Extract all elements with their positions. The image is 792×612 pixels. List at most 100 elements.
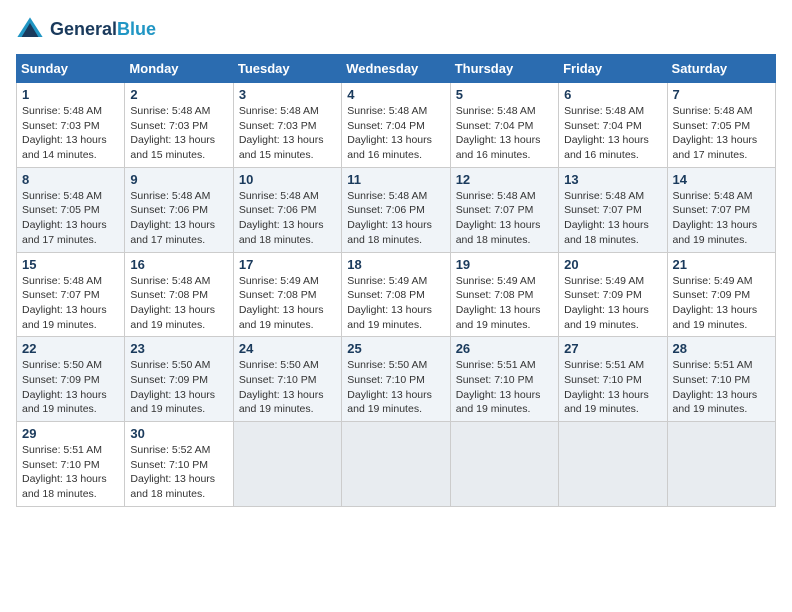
- calendar-cell: 23 Sunrise: 5:50 AMSunset: 7:09 PMDaylig…: [125, 337, 233, 422]
- day-info: Sunrise: 5:48 AMSunset: 7:06 PMDaylight:…: [130, 190, 215, 246]
- calendar-cell: 5 Sunrise: 5:48 AMSunset: 7:04 PMDayligh…: [450, 83, 558, 168]
- day-info: Sunrise: 5:50 AMSunset: 7:10 PMDaylight:…: [347, 359, 432, 415]
- day-number: 12: [456, 172, 553, 187]
- day-number: 15: [22, 257, 119, 272]
- calendar-cell: 10 Sunrise: 5:48 AMSunset: 7:06 PMDaylig…: [233, 167, 341, 252]
- day-number: 24: [239, 341, 336, 356]
- day-info: Sunrise: 5:49 AMSunset: 7:09 PMDaylight:…: [564, 275, 649, 331]
- calendar-table: SundayMondayTuesdayWednesdayThursdayFrid…: [16, 54, 776, 507]
- day-number: 17: [239, 257, 336, 272]
- day-info: Sunrise: 5:50 AMSunset: 7:10 PMDaylight:…: [239, 359, 324, 415]
- day-number: 9: [130, 172, 227, 187]
- day-number: 4: [347, 87, 444, 102]
- calendar-cell: [667, 422, 775, 507]
- day-number: 30: [130, 426, 227, 441]
- calendar-cell: 4 Sunrise: 5:48 AMSunset: 7:04 PMDayligh…: [342, 83, 450, 168]
- calendar-cell: 1 Sunrise: 5:48 AMSunset: 7:03 PMDayligh…: [17, 83, 125, 168]
- calendar-cell: [233, 422, 341, 507]
- calendar-cell: 3 Sunrise: 5:48 AMSunset: 7:03 PMDayligh…: [233, 83, 341, 168]
- calendar-cell: 19 Sunrise: 5:49 AMSunset: 7:08 PMDaylig…: [450, 252, 558, 337]
- calendar-cell: 21 Sunrise: 5:49 AMSunset: 7:09 PMDaylig…: [667, 252, 775, 337]
- logo: GeneralBlue: [16, 16, 156, 44]
- day-number: 18: [347, 257, 444, 272]
- day-info: Sunrise: 5:51 AMSunset: 7:10 PMDaylight:…: [22, 444, 107, 500]
- calendar-week-1: 1 Sunrise: 5:48 AMSunset: 7:03 PMDayligh…: [17, 83, 776, 168]
- day-info: Sunrise: 5:48 AMSunset: 7:06 PMDaylight:…: [239, 190, 324, 246]
- day-info: Sunrise: 5:48 AMSunset: 7:03 PMDaylight:…: [130, 105, 215, 161]
- day-info: Sunrise: 5:50 AMSunset: 7:09 PMDaylight:…: [22, 359, 107, 415]
- calendar-cell: [559, 422, 667, 507]
- calendar-cell: 18 Sunrise: 5:49 AMSunset: 7:08 PMDaylig…: [342, 252, 450, 337]
- day-info: Sunrise: 5:48 AMSunset: 7:07 PMDaylight:…: [564, 190, 649, 246]
- logo-text: GeneralBlue: [50, 20, 156, 40]
- day-info: Sunrise: 5:49 AMSunset: 7:09 PMDaylight:…: [673, 275, 758, 331]
- day-info: Sunrise: 5:50 AMSunset: 7:09 PMDaylight:…: [130, 359, 215, 415]
- day-info: Sunrise: 5:48 AMSunset: 7:08 PMDaylight:…: [130, 275, 215, 331]
- page-header: GeneralBlue: [16, 16, 776, 44]
- day-number: 5: [456, 87, 553, 102]
- calendar-cell: [450, 422, 558, 507]
- day-info: Sunrise: 5:48 AMSunset: 7:07 PMDaylight:…: [456, 190, 541, 246]
- calendar-week-4: 22 Sunrise: 5:50 AMSunset: 7:09 PMDaylig…: [17, 337, 776, 422]
- day-info: Sunrise: 5:49 AMSunset: 7:08 PMDaylight:…: [239, 275, 324, 331]
- day-number: 8: [22, 172, 119, 187]
- day-number: 11: [347, 172, 444, 187]
- column-header-saturday: Saturday: [667, 55, 775, 83]
- calendar-header-row: SundayMondayTuesdayWednesdayThursdayFrid…: [17, 55, 776, 83]
- calendar-cell: 14 Sunrise: 5:48 AMSunset: 7:07 PMDaylig…: [667, 167, 775, 252]
- column-header-wednesday: Wednesday: [342, 55, 450, 83]
- day-number: 23: [130, 341, 227, 356]
- day-info: Sunrise: 5:48 AMSunset: 7:07 PMDaylight:…: [22, 275, 107, 331]
- day-info: Sunrise: 5:48 AMSunset: 7:05 PMDaylight:…: [673, 105, 758, 161]
- calendar-week-5: 29 Sunrise: 5:51 AMSunset: 7:10 PMDaylig…: [17, 422, 776, 507]
- day-number: 21: [673, 257, 770, 272]
- calendar-cell: 2 Sunrise: 5:48 AMSunset: 7:03 PMDayligh…: [125, 83, 233, 168]
- day-info: Sunrise: 5:52 AMSunset: 7:10 PMDaylight:…: [130, 444, 215, 500]
- calendar-cell: 27 Sunrise: 5:51 AMSunset: 7:10 PMDaylig…: [559, 337, 667, 422]
- calendar-cell: 28 Sunrise: 5:51 AMSunset: 7:10 PMDaylig…: [667, 337, 775, 422]
- calendar-cell: 16 Sunrise: 5:48 AMSunset: 7:08 PMDaylig…: [125, 252, 233, 337]
- day-number: 26: [456, 341, 553, 356]
- calendar-cell: 30 Sunrise: 5:52 AMSunset: 7:10 PMDaylig…: [125, 422, 233, 507]
- day-number: 3: [239, 87, 336, 102]
- column-header-friday: Friday: [559, 55, 667, 83]
- day-number: 22: [22, 341, 119, 356]
- day-info: Sunrise: 5:51 AMSunset: 7:10 PMDaylight:…: [456, 359, 541, 415]
- day-info: Sunrise: 5:48 AMSunset: 7:04 PMDaylight:…: [564, 105, 649, 161]
- calendar-cell: 25 Sunrise: 5:50 AMSunset: 7:10 PMDaylig…: [342, 337, 450, 422]
- day-info: Sunrise: 5:48 AMSunset: 7:07 PMDaylight:…: [673, 190, 758, 246]
- day-number: 7: [673, 87, 770, 102]
- column-header-tuesday: Tuesday: [233, 55, 341, 83]
- day-number: 6: [564, 87, 661, 102]
- calendar-cell: 22 Sunrise: 5:50 AMSunset: 7:09 PMDaylig…: [17, 337, 125, 422]
- logo-icon: [16, 16, 44, 44]
- calendar-week-3: 15 Sunrise: 5:48 AMSunset: 7:07 PMDaylig…: [17, 252, 776, 337]
- day-info: Sunrise: 5:51 AMSunset: 7:10 PMDaylight:…: [564, 359, 649, 415]
- day-number: 1: [22, 87, 119, 102]
- calendar-cell: 12 Sunrise: 5:48 AMSunset: 7:07 PMDaylig…: [450, 167, 558, 252]
- calendar-cell: 17 Sunrise: 5:49 AMSunset: 7:08 PMDaylig…: [233, 252, 341, 337]
- day-number: 2: [130, 87, 227, 102]
- calendar-cell: 11 Sunrise: 5:48 AMSunset: 7:06 PMDaylig…: [342, 167, 450, 252]
- day-number: 16: [130, 257, 227, 272]
- day-number: 29: [22, 426, 119, 441]
- calendar-cell: 6 Sunrise: 5:48 AMSunset: 7:04 PMDayligh…: [559, 83, 667, 168]
- calendar-cell: 9 Sunrise: 5:48 AMSunset: 7:06 PMDayligh…: [125, 167, 233, 252]
- day-info: Sunrise: 5:48 AMSunset: 7:04 PMDaylight:…: [347, 105, 432, 161]
- calendar-cell: 13 Sunrise: 5:48 AMSunset: 7:07 PMDaylig…: [559, 167, 667, 252]
- calendar-body: 1 Sunrise: 5:48 AMSunset: 7:03 PMDayligh…: [17, 83, 776, 507]
- calendar-cell: 7 Sunrise: 5:48 AMSunset: 7:05 PMDayligh…: [667, 83, 775, 168]
- calendar-cell: [342, 422, 450, 507]
- day-info: Sunrise: 5:48 AMSunset: 7:03 PMDaylight:…: [22, 105, 107, 161]
- calendar-cell: 26 Sunrise: 5:51 AMSunset: 7:10 PMDaylig…: [450, 337, 558, 422]
- calendar-cell: 24 Sunrise: 5:50 AMSunset: 7:10 PMDaylig…: [233, 337, 341, 422]
- day-info: Sunrise: 5:51 AMSunset: 7:10 PMDaylight:…: [673, 359, 758, 415]
- day-number: 28: [673, 341, 770, 356]
- day-info: Sunrise: 5:48 AMSunset: 7:05 PMDaylight:…: [22, 190, 107, 246]
- day-number: 19: [456, 257, 553, 272]
- day-info: Sunrise: 5:49 AMSunset: 7:08 PMDaylight:…: [456, 275, 541, 331]
- day-number: 27: [564, 341, 661, 356]
- column-header-monday: Monday: [125, 55, 233, 83]
- day-number: 25: [347, 341, 444, 356]
- day-info: Sunrise: 5:49 AMSunset: 7:08 PMDaylight:…: [347, 275, 432, 331]
